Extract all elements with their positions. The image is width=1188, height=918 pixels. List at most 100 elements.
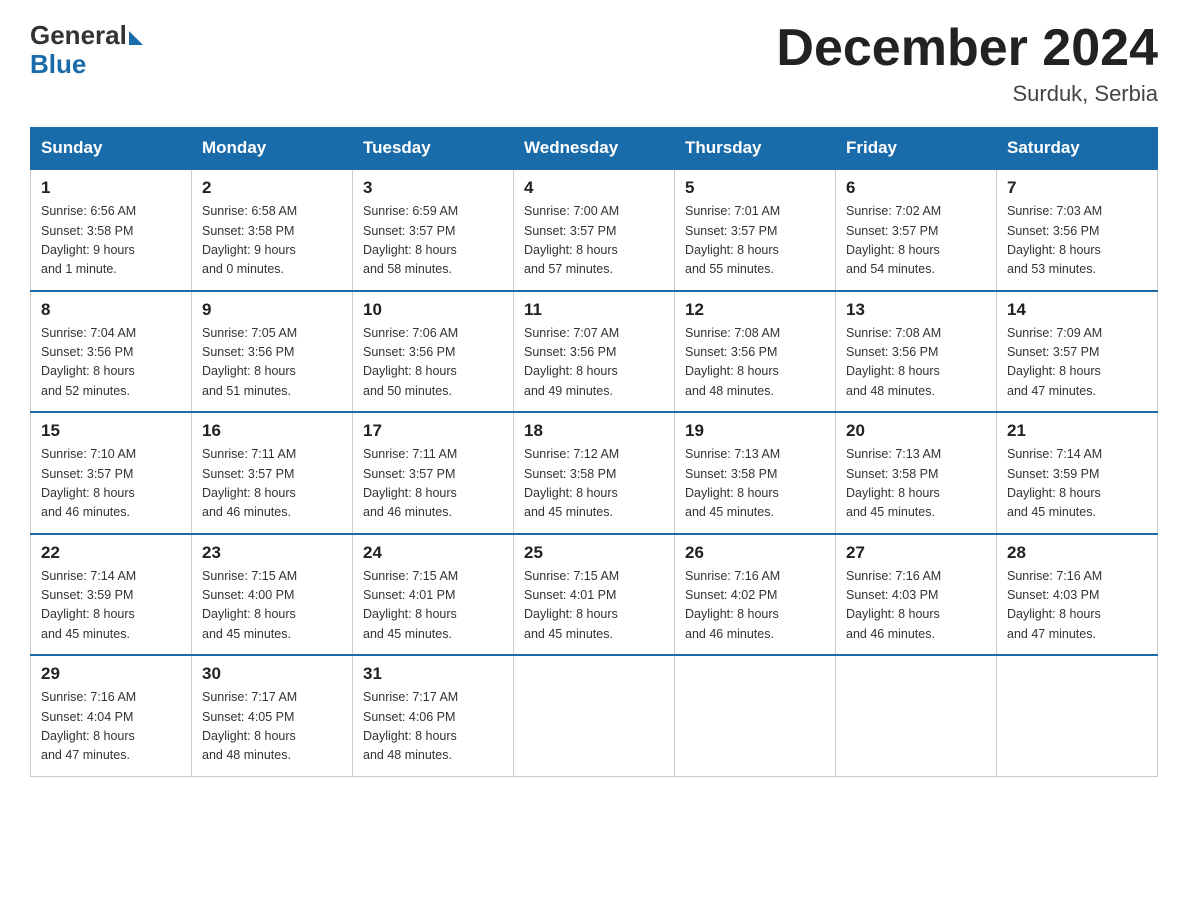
calendar-cell-day-8: 8Sunrise: 7:04 AMSunset: 3:56 PMDaylight… <box>31 291 192 413</box>
logo: General Blue <box>30 20 143 80</box>
day-info: Sunrise: 7:10 AMSunset: 3:57 PMDaylight:… <box>41 445 181 523</box>
calendar-cell-day-6: 6 Sunrise: 7:02 AMSunset: 3:57 PMDaylight… <box>836 169 997 291</box>
day-info: Sunrise: 6:59 AMSunset: 3:57 PMDaylight:… <box>363 202 503 280</box>
day-info: Sunrise: 7:11 AMSunset: 3:57 PMDaylight:… <box>363 445 503 523</box>
day-number: 19 <box>685 421 825 441</box>
calendar-cell-day-27: 27 Sunrise: 7:16 AMSunset: 4:03 PMDayligh… <box>836 534 997 656</box>
day-number: 8 <box>41 300 181 320</box>
calendar-cell-day-10: 10 Sunrise: 7:06 AMSunset: 3:56 PMDayligh… <box>353 291 514 413</box>
day-number: 23 <box>202 543 342 563</box>
day-info: Sunrise: 7:08 AMSunset: 3:56 PMDaylight:… <box>846 324 986 402</box>
logo-general-text: General <box>30 20 127 51</box>
day-info: Sunrise: 7:11 AMSunset: 3:57 PMDaylight:… <box>202 445 342 523</box>
day-info: Sunrise: 7:17 AMSunset: 4:05 PMDaylight:… <box>202 688 342 766</box>
day-number: 29 <box>41 664 181 684</box>
calendar-week-row: 8Sunrise: 7:04 AMSunset: 3:56 PMDaylight… <box>31 291 1158 413</box>
day-number: 9 <box>202 300 342 320</box>
calendar-cell-day-18: 18 Sunrise: 7:12 AMSunset: 3:58 PMDayligh… <box>514 412 675 534</box>
day-number: 24 <box>363 543 503 563</box>
day-info: Sunrise: 7:16 AMSunset: 4:02 PMDaylight:… <box>685 567 825 645</box>
day-number: 16 <box>202 421 342 441</box>
col-header-wednesday: Wednesday <box>514 128 675 170</box>
calendar-cell-day-14: 14 Sunrise: 7:09 AMSunset: 3:57 PMDayligh… <box>997 291 1158 413</box>
calendar-cell-day-22: 22Sunrise: 7:14 AMSunset: 3:59 PMDayligh… <box>31 534 192 656</box>
calendar-cell-day-3: 3 Sunrise: 6:59 AMSunset: 3:57 PMDaylight… <box>353 169 514 291</box>
day-number: 31 <box>363 664 503 684</box>
calendar-cell-day-25: 25Sunrise: 7:15 AMSunset: 4:01 PMDayligh… <box>514 534 675 656</box>
day-info: Sunrise: 7:15 AMSunset: 4:00 PMDaylight:… <box>202 567 342 645</box>
calendar-cell-day-7: 7Sunrise: 7:03 AMSunset: 3:56 PMDaylight… <box>997 169 1158 291</box>
calendar-week-row: 15 Sunrise: 7:10 AMSunset: 3:57 PMDayligh… <box>31 412 1158 534</box>
calendar-cell-day-17: 17 Sunrise: 7:11 AMSunset: 3:57 PMDayligh… <box>353 412 514 534</box>
day-info: Sunrise: 7:12 AMSunset: 3:58 PMDaylight:… <box>524 445 664 523</box>
day-number: 10 <box>363 300 503 320</box>
calendar-cell-day-23: 23 Sunrise: 7:15 AMSunset: 4:00 PMDayligh… <box>192 534 353 656</box>
day-info: Sunrise: 6:56 AMSunset: 3:58 PMDaylight:… <box>41 202 181 280</box>
day-info: Sunrise: 6:58 AMSunset: 3:58 PMDaylight:… <box>202 202 342 280</box>
calendar-cell-day-11: 11 Sunrise: 7:07 AMSunset: 3:56 PMDayligh… <box>514 291 675 413</box>
calendar-cell-day-12: 12Sunrise: 7:08 AMSunset: 3:56 PMDayligh… <box>675 291 836 413</box>
day-number: 1 <box>41 178 181 198</box>
calendar-cell-day-2: 2 Sunrise: 6:58 AMSunset: 3:58 PMDaylight… <box>192 169 353 291</box>
day-number: 2 <box>202 178 342 198</box>
day-info: Sunrise: 7:00 AMSunset: 3:57 PMDaylight:… <box>524 202 664 280</box>
col-header-tuesday: Tuesday <box>353 128 514 170</box>
day-info: Sunrise: 7:01 AMSunset: 3:57 PMDaylight:… <box>685 202 825 280</box>
calendar-week-row: 22Sunrise: 7:14 AMSunset: 3:59 PMDayligh… <box>31 534 1158 656</box>
col-header-saturday: Saturday <box>997 128 1158 170</box>
col-header-sunday: Sunday <box>31 128 192 170</box>
calendar-cell-day-31: 31 Sunrise: 7:17 AMSunset: 4:06 PMDayligh… <box>353 655 514 776</box>
day-number: 3 <box>363 178 503 198</box>
day-number: 21 <box>1007 421 1147 441</box>
empty-cell <box>675 655 836 776</box>
calendar-cell-day-21: 21 Sunrise: 7:14 AMSunset: 3:59 PMDayligh… <box>997 412 1158 534</box>
day-info: Sunrise: 7:15 AMSunset: 4:01 PMDaylight:… <box>363 567 503 645</box>
page-header: General Blue December 2024 Surduk, Serbi… <box>30 20 1158 107</box>
day-info: Sunrise: 7:13 AMSunset: 3:58 PMDaylight:… <box>685 445 825 523</box>
calendar-cell-day-13: 13Sunrise: 7:08 AMSunset: 3:56 PMDayligh… <box>836 291 997 413</box>
col-header-friday: Friday <box>836 128 997 170</box>
calendar-cell-day-24: 24 Sunrise: 7:15 AMSunset: 4:01 PMDayligh… <box>353 534 514 656</box>
day-number: 7 <box>1007 178 1147 198</box>
empty-cell <box>836 655 997 776</box>
day-info: Sunrise: 7:02 AMSunset: 3:57 PMDaylight:… <box>846 202 986 280</box>
day-info: Sunrise: 7:16 AMSunset: 4:03 PMDaylight:… <box>1007 567 1147 645</box>
calendar-cell-day-4: 4 Sunrise: 7:00 AMSunset: 3:57 PMDaylight… <box>514 169 675 291</box>
calendar-cell-day-15: 15 Sunrise: 7:10 AMSunset: 3:57 PMDayligh… <box>31 412 192 534</box>
day-number: 4 <box>524 178 664 198</box>
calendar-week-row: 1 Sunrise: 6:56 AMSunset: 3:58 PMDaylight… <box>31 169 1158 291</box>
day-number: 30 <box>202 664 342 684</box>
calendar-cell-day-20: 20 Sunrise: 7:13 AMSunset: 3:58 PMDayligh… <box>836 412 997 534</box>
day-number: 6 <box>846 178 986 198</box>
calendar-cell-day-1: 1 Sunrise: 6:56 AMSunset: 3:58 PMDaylight… <box>31 169 192 291</box>
day-number: 12 <box>685 300 825 320</box>
day-number: 15 <box>41 421 181 441</box>
logo-triangle-icon <box>129 31 143 45</box>
location-title: Surduk, Serbia <box>776 81 1158 107</box>
day-info: Sunrise: 7:14 AMSunset: 3:59 PMDaylight:… <box>41 567 181 645</box>
day-info: Sunrise: 7:09 AMSunset: 3:57 PMDaylight:… <box>1007 324 1147 402</box>
day-number: 14 <box>1007 300 1147 320</box>
day-number: 26 <box>685 543 825 563</box>
col-header-thursday: Thursday <box>675 128 836 170</box>
day-number: 17 <box>363 421 503 441</box>
day-number: 11 <box>524 300 664 320</box>
logo-blue-text: Blue <box>30 49 86 80</box>
day-number: 28 <box>1007 543 1147 563</box>
day-info: Sunrise: 7:07 AMSunset: 3:56 PMDaylight:… <box>524 324 664 402</box>
calendar-header-row: SundayMondayTuesdayWednesdayThursdayFrid… <box>31 128 1158 170</box>
day-number: 18 <box>524 421 664 441</box>
calendar-cell-day-28: 28 Sunrise: 7:16 AMSunset: 4:03 PMDayligh… <box>997 534 1158 656</box>
calendar-cell-day-9: 9Sunrise: 7:05 AMSunset: 3:56 PMDaylight… <box>192 291 353 413</box>
day-info: Sunrise: 7:06 AMSunset: 3:56 PMDaylight:… <box>363 324 503 402</box>
day-info: Sunrise: 7:17 AMSunset: 4:06 PMDaylight:… <box>363 688 503 766</box>
calendar-table: SundayMondayTuesdayWednesdayThursdayFrid… <box>30 127 1158 777</box>
day-number: 27 <box>846 543 986 563</box>
day-number: 20 <box>846 421 986 441</box>
calendar-cell-day-5: 5Sunrise: 7:01 AMSunset: 3:57 PMDaylight… <box>675 169 836 291</box>
day-info: Sunrise: 7:13 AMSunset: 3:58 PMDaylight:… <box>846 445 986 523</box>
month-title: December 2024 <box>776 20 1158 77</box>
calendar-cell-day-16: 16 Sunrise: 7:11 AMSunset: 3:57 PMDayligh… <box>192 412 353 534</box>
day-info: Sunrise: 7:16 AMSunset: 4:03 PMDaylight:… <box>846 567 986 645</box>
day-info: Sunrise: 7:14 AMSunset: 3:59 PMDaylight:… <box>1007 445 1147 523</box>
